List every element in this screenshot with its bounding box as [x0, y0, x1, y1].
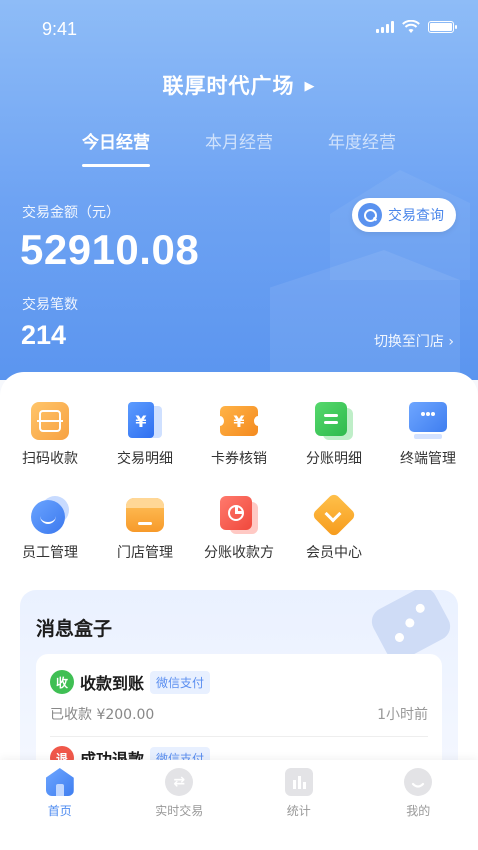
menu-label: 会员中心	[306, 545, 362, 561]
status-icons	[376, 20, 457, 34]
menu-label: 交易明细	[117, 451, 173, 467]
menu-item-member[interactable]: 会员中心	[286, 492, 382, 562]
transaction-icon: ¥	[126, 402, 164, 440]
chart-icon	[284, 768, 313, 796]
switch-store-link[interactable]: 切换至门店 ›	[374, 331, 454, 351]
app-screen: 9:41 联厚时代广场 ▶ 今日经营 本月经营 年度经营 交易金额（元） 5291…	[0, 0, 478, 850]
menu-item-split-detail[interactable]: 分账明细	[286, 402, 382, 468]
menu-label: 分账收款方	[204, 545, 274, 561]
menu-item-coupon[interactable]: ¥ 卡券核销	[191, 402, 287, 468]
status-bar: 9:41	[0, 0, 478, 56]
store-arrow-icon: ▶	[304, 79, 316, 94]
search-icon	[358, 203, 382, 227]
nav-home[interactable]: 首页	[0, 760, 120, 850]
tab-today[interactable]: 今日经营	[82, 128, 150, 167]
wifi-icon	[402, 20, 420, 33]
menu-label: 门店管理	[117, 545, 173, 561]
staff-icon	[31, 496, 69, 534]
split-receiver-icon	[220, 496, 258, 534]
status-time: 9:41	[42, 19, 78, 39]
store-icon	[126, 496, 164, 534]
menu-item-staff[interactable]: 员工管理	[2, 496, 98, 562]
amount-value: 52910.08	[20, 226, 200, 273]
amount-label: 交易金额（元）	[22, 205, 120, 221]
profile-icon	[404, 768, 433, 796]
transaction-query-button[interactable]: 交易查询	[352, 198, 456, 232]
message-box-title: 消息盒子	[36, 618, 113, 640]
message-time: 1小时前	[377, 707, 428, 723]
battery-icon	[428, 21, 457, 33]
signal-icon	[376, 21, 394, 33]
divider	[50, 736, 428, 737]
nav-profile[interactable]: 我的	[359, 760, 478, 850]
split-detail-icon	[315, 402, 353, 440]
menu-item-store[interactable]: 门店管理	[97, 496, 193, 562]
menu-item-terminal[interactable]: 终端管理	[380, 402, 476, 468]
period-tabs: 今日经营 本月经营 年度经营	[0, 128, 478, 167]
nav-stats[interactable]: 统计	[239, 760, 359, 850]
nav-realtime[interactable]: ⇄ 实时交易	[120, 760, 240, 850]
nav-label: 实时交易	[155, 804, 204, 818]
tab-year[interactable]: 年度经营	[328, 128, 396, 167]
menu-item-scan[interactable]: 扫码收款	[2, 402, 98, 468]
menu-label: 扫码收款	[22, 451, 78, 467]
store-name: 联厚时代广场	[162, 74, 295, 98]
message-item[interactable]: 收 收款到账 微信支付	[50, 670, 211, 694]
received-badge-icon: 收	[50, 670, 74, 694]
menu-item-transactions[interactable]: ¥ 交易明细	[97, 402, 193, 468]
payment-tag: 微信支付	[150, 670, 211, 694]
member-icon	[311, 492, 357, 538]
count-label: 交易笔数	[22, 297, 78, 313]
message-title: 收款到账	[80, 674, 145, 693]
menu-label: 员工管理	[22, 545, 78, 561]
bottom-nav: 首页 ⇄ 实时交易 统计 我的	[0, 760, 478, 850]
query-button-label: 交易查询	[388, 208, 444, 224]
menu-label: 分账明细	[306, 451, 362, 467]
nav-label: 我的	[406, 804, 431, 818]
terminal-icon	[409, 402, 447, 440]
nav-label: 首页	[47, 804, 72, 818]
store-selector[interactable]: 联厚时代广场 ▶	[0, 70, 478, 100]
exchange-icon: ⇄	[165, 768, 194, 796]
home-icon	[45, 768, 74, 796]
tab-month[interactable]: 本月经营	[205, 128, 273, 167]
coupon-icon: ¥	[216, 402, 262, 440]
menu-label: 终端管理	[400, 451, 456, 467]
scan-icon	[31, 402, 69, 440]
menu-label: 卡券核销	[211, 451, 267, 467]
count-value: 214	[21, 320, 67, 350]
message-detail: 已收款 ¥200.00	[50, 707, 155, 723]
menu-item-split-receiver[interactable]: 分账收款方	[191, 496, 287, 562]
nav-label: 统计	[286, 804, 311, 818]
